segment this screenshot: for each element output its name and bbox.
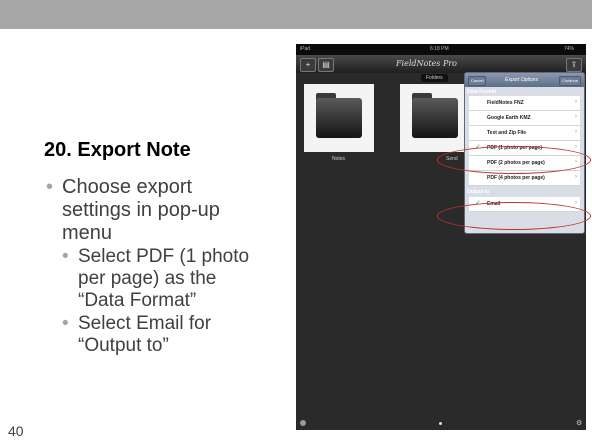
status-time: 6:18 PM (430, 46, 449, 52)
bullet-dot-icon: • (62, 246, 69, 267)
option-fieldnotes-fnz[interactable]: FieldNotes FNZ › (469, 96, 580, 111)
cancel-button[interactable]: Cancel (468, 76, 487, 86)
page-number: 40 (8, 423, 24, 439)
bullet-item: • Choose export settings in pop-up menu (46, 176, 266, 245)
folder-tile[interactable] (400, 84, 470, 152)
ipad-screenshot: iPad 6:18 PM 74% + ▤ FieldNotes Pro ⇪ Fo… (296, 44, 586, 430)
sub-bullet-text: Select Email for “Output to” (78, 313, 212, 356)
option-label: Text and Zip File (487, 130, 527, 136)
bullet-dot-icon: • (46, 176, 54, 198)
page-indicator (439, 422, 442, 425)
section-data-format: Data Format (467, 89, 497, 95)
sub-bullet-item: • Select Email for “Output to” (52, 313, 266, 357)
bullet-text: Choose export settings in pop-up menu (62, 176, 220, 244)
slide-title: 20. Export Note (44, 139, 191, 161)
popover-title: Export Options (505, 77, 539, 83)
folder-label: Notes (332, 156, 346, 162)
export-button[interactable]: ⇪ (566, 58, 582, 72)
status-device: iPad (300, 46, 311, 52)
option-label: FieldNotes FNZ (487, 100, 524, 106)
app-nav-bar: + ▤ FieldNotes Pro ⇪ (296, 55, 586, 73)
highlight-ellipse-pdf (437, 146, 591, 174)
bullet-list: • Choose export settings in pop-up menu … (46, 176, 266, 357)
slide-top-bar (0, 0, 592, 29)
highlight-ellipse-email (437, 202, 591, 230)
sub-bullet-text: Select PDF (1 photo per page) as the “Da… (78, 246, 250, 311)
option-label: PDF (4 photos per page) (487, 175, 545, 181)
chevron-right-icon: › (575, 200, 577, 206)
option-google-earth-kmz[interactable]: Google Earth KMZ › (469, 111, 580, 126)
folder-icon (316, 98, 362, 138)
folder-icon (412, 98, 458, 138)
chevron-right-icon: › (575, 174, 577, 180)
bullet-dot-icon: • (62, 313, 69, 334)
info-icon[interactable] (300, 420, 306, 426)
continue-button[interactable]: Continue (558, 76, 581, 86)
app-logo: FieldNotes Pro (396, 59, 457, 68)
chevron-right-icon: › (575, 144, 577, 150)
chevron-right-icon: › (575, 114, 577, 120)
gear-icon[interactable]: ⚙ (576, 419, 582, 427)
app-bottom-bar: ⚙ (296, 418, 586, 430)
add-button[interactable]: + (300, 58, 316, 72)
status-battery: 74% (564, 46, 575, 52)
folders-tab[interactable]: Folders (421, 74, 448, 82)
list-view-icon[interactable]: ▤ (318, 58, 334, 72)
popover-header: Cancel Export Options Continue (465, 73, 584, 87)
option-text-zip[interactable]: Text and Zip File › (469, 126, 580, 141)
sub-bullet-item: • Select PDF (1 photo per page) as the “… (52, 246, 266, 312)
folder-tile[interactable] (304, 84, 374, 152)
section-output-to: Output to (467, 189, 490, 195)
status-bar: iPad 6:18 PM 74% (296, 44, 586, 55)
chevron-right-icon: › (575, 129, 577, 135)
chevron-right-icon: › (575, 99, 577, 105)
option-label: Google Earth KMZ (487, 115, 531, 121)
